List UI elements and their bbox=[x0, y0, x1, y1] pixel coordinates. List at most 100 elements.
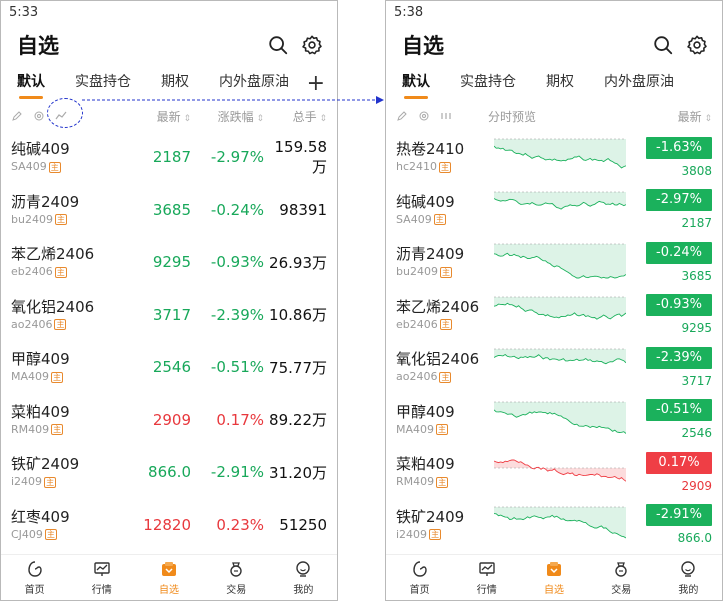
tabbar-item-home[interactable]: 首页 bbox=[386, 555, 453, 600]
contract-code-line: MA409 主 bbox=[11, 369, 131, 385]
main-contract-tag: 主 bbox=[44, 529, 57, 541]
contract-name-block: 苯乙烯2406 eb2406 主 bbox=[396, 297, 508, 333]
contract-code: MA409 bbox=[11, 370, 50, 384]
contract-name-block: 纯碱409 SA409 主 bbox=[11, 139, 131, 175]
quote-row[interactable]: 铁矿2409 i2409 主 -2.91% 866.0 bbox=[386, 499, 722, 552]
edit-icon[interactable] bbox=[11, 110, 23, 122]
change-badge[interactable]: -2.91% bbox=[646, 504, 712, 527]
total-volume: 89.22万 bbox=[269, 411, 327, 430]
sort-latest[interactable]: 最新 bbox=[558, 108, 712, 125]
change-badge[interactable]: -0.93% bbox=[646, 294, 712, 317]
tabbar-label: 行情 bbox=[91, 585, 112, 596]
contract-code-line: SA409 主 bbox=[11, 159, 131, 175]
main-contract-tag: 主 bbox=[439, 266, 452, 278]
tabbar-item-home[interactable]: 首页 bbox=[1, 555, 68, 600]
tab-options[interactable]: 期权 bbox=[546, 67, 574, 101]
quote-row[interactable]: 苯乙烯2406 eb2406 主 -0.93% 9295 bbox=[386, 289, 722, 342]
quote-row[interactable]: 甲醇409 MA409 主 2546 -0.51% 75.77万 bbox=[1, 341, 337, 394]
quote-row[interactable]: 氧化铝2406 ao2406 主 3717 -2.39% 10.86万 bbox=[1, 289, 337, 342]
change-badge[interactable]: -0.24% bbox=[646, 241, 712, 264]
contract-name-block: 铁矿2409 i2409 主 bbox=[396, 507, 508, 543]
intraday-sparkline bbox=[494, 459, 626, 482]
list-view-toggle-icon[interactable] bbox=[440, 110, 452, 122]
latest-price: 866.0 bbox=[677, 531, 712, 546]
contract-code: RM409 bbox=[396, 475, 435, 489]
sparkline-area bbox=[494, 401, 626, 434]
contract-code: eb2406 bbox=[11, 265, 53, 279]
tabbar-item-watchlist[interactable]: 自选 bbox=[520, 555, 587, 600]
change-badge[interactable]: -2.39% bbox=[646, 346, 712, 369]
tab-positions[interactable]: 实盘持仓 bbox=[460, 67, 516, 101]
tab-default[interactable]: 默认 bbox=[402, 67, 430, 101]
profile-icon bbox=[293, 559, 313, 579]
contract-name-block: 菜粕409 RM409 主 bbox=[11, 402, 131, 438]
page-title: 自选 bbox=[402, 34, 444, 58]
total-volume: 51250 bbox=[279, 515, 327, 534]
contract-code-line: SA409 主 bbox=[396, 212, 508, 228]
contract-code-line: RM409 主 bbox=[11, 422, 131, 438]
sort-change[interactable]: 涨跌幅 bbox=[191, 108, 264, 125]
tabbar-item-profile[interactable]: 我的 bbox=[655, 555, 722, 600]
contract-code: RM409 bbox=[11, 422, 50, 436]
sort-latest[interactable]: 最新 bbox=[131, 108, 191, 125]
market-chart-icon bbox=[477, 559, 497, 579]
edit-icon[interactable] bbox=[396, 110, 408, 122]
settings-icon[interactable] bbox=[418, 110, 430, 122]
quote-row[interactable]: 菜粕409 RM409 主 0.17% 2909 bbox=[386, 446, 722, 499]
tab-crude-oil[interactable]: 内外盘原油 bbox=[604, 67, 674, 101]
contract-code-line: ao2406 主 bbox=[11, 317, 131, 333]
add-tab-icon[interactable]: + bbox=[300, 69, 325, 99]
main-contract-tag: 主 bbox=[436, 424, 449, 436]
quote-row[interactable]: 沥青2409 bu2409 主 3685 -0.24% 98391 bbox=[1, 184, 337, 237]
change-badge[interactable]: -1.63% bbox=[646, 136, 712, 159]
main-contract-tag: 主 bbox=[433, 214, 446, 226]
contract-code-line: eb2406 主 bbox=[396, 317, 508, 333]
gear-icon[interactable] bbox=[301, 34, 323, 56]
contract-code-line: MA409 主 bbox=[396, 422, 508, 438]
tabbar-item-market-chart[interactable]: 行情 bbox=[453, 555, 520, 600]
contract-name-block: 红枣409 CJ409 主 bbox=[11, 507, 131, 543]
bottom-tabbar: 首页 行情 自选 交易 我的 bbox=[386, 554, 722, 600]
sparkline-area bbox=[494, 139, 626, 169]
market-chart-icon bbox=[92, 559, 112, 579]
search-icon[interactable] bbox=[652, 34, 674, 56]
tabbar-item-watchlist[interactable]: 自选 bbox=[135, 555, 202, 600]
settings-icon[interactable] bbox=[33, 110, 45, 122]
tabbar-label: 自选 bbox=[544, 585, 564, 596]
contract-name-block: 苯乙烯2406 eb2406 主 bbox=[11, 244, 131, 280]
contract-code: ao2406 bbox=[11, 317, 53, 331]
quote-row[interactable]: 铁矿2409 i2409 主 866.0 -2.91% 31.20万 bbox=[1, 446, 337, 499]
tabbar-item-trade-bag[interactable]: 交易 bbox=[588, 555, 655, 600]
tabbar-label: 我的 bbox=[678, 585, 699, 596]
quote-row[interactable]: 热卷2410 hc2410 主 -1.63% 3808 bbox=[386, 131, 722, 184]
gear-icon[interactable] bbox=[686, 34, 708, 56]
latest-price: 9295 bbox=[681, 321, 712, 336]
intraday-sparkline bbox=[494, 506, 626, 539]
search-icon[interactable] bbox=[267, 34, 289, 56]
change-percent: 0.17% bbox=[216, 410, 264, 429]
quote-row[interactable]: 沥青2409 bu2409 主 -0.24% 3685 bbox=[386, 236, 722, 289]
quote-row[interactable]: 苯乙烯2406 eb2406 主 9295 -0.93% 26.93万 bbox=[1, 236, 337, 289]
change-badge[interactable]: -2.97% bbox=[646, 189, 712, 212]
main-contract-tag: 主 bbox=[51, 371, 64, 383]
contract-code: hc2410 bbox=[396, 160, 438, 174]
tabbar-item-trade-bag[interactable]: 交易 bbox=[203, 555, 270, 600]
tab-default[interactable]: 默认 bbox=[17, 67, 45, 101]
quote-row[interactable]: 纯碱409 SA409 主 2187 -2.97% 159.58万 bbox=[1, 131, 337, 184]
quote-row[interactable]: 氧化铝2406 ao2406 主 -2.39% 3717 bbox=[386, 341, 722, 394]
tabbar-item-market-chart[interactable]: 行情 bbox=[68, 555, 135, 600]
main-contract-tag: 主 bbox=[429, 529, 442, 541]
quote-row[interactable]: 红枣409 CJ409 主 12820 0.23% 51250 bbox=[1, 499, 337, 552]
quote-values: -2.39% 3717 bbox=[626, 346, 712, 388]
contract-code: bu2409 bbox=[396, 265, 438, 279]
quote-row[interactable]: 甲醇409 MA409 主 -0.51% 2546 bbox=[386, 394, 722, 447]
sort-volume[interactable]: 总手 bbox=[264, 108, 327, 125]
latest-price: 2546 bbox=[681, 426, 712, 441]
change-badge[interactable]: 0.17% bbox=[646, 451, 712, 474]
change-badge[interactable]: -0.51% bbox=[646, 399, 712, 422]
total-volume: 31.20万 bbox=[269, 463, 327, 482]
contract-code: SA409 bbox=[396, 212, 432, 226]
tabbar-item-profile[interactable]: 我的 bbox=[270, 555, 337, 600]
quote-row[interactable]: 菜粕409 RM409 主 2909 0.17% 89.22万 bbox=[1, 394, 337, 447]
quote-row[interactable]: 纯碱409 SA409 主 -2.97% 2187 bbox=[386, 184, 722, 237]
